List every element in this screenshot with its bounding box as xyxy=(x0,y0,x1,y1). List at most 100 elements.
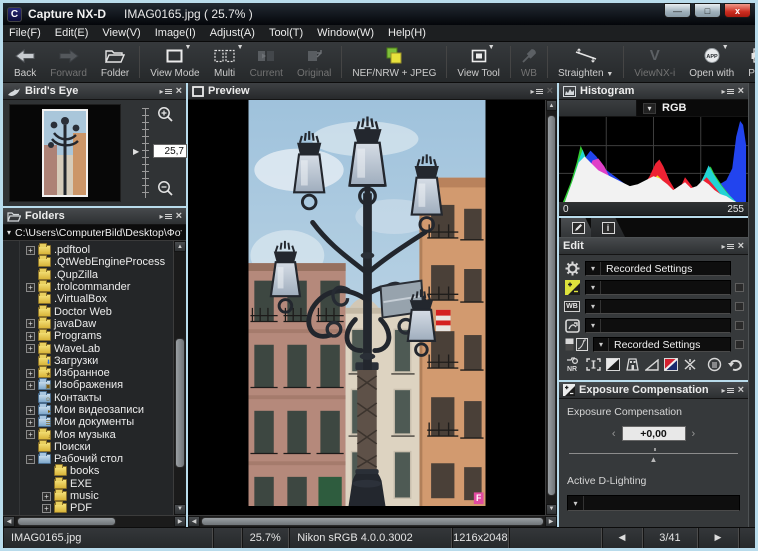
menu-view[interactable]: View(V) xyxy=(102,27,140,39)
zoom-in-icon[interactable] xyxy=(157,106,174,126)
print-button[interactable]: Print xyxy=(741,44,758,80)
folder-tree-item[interactable]: Поиски xyxy=(9,441,173,453)
tone-select[interactable]: ▾ Recorded Settings xyxy=(593,337,731,352)
expand-icon[interactable]: + xyxy=(26,246,35,255)
forward-button[interactable]: Forward xyxy=(43,44,94,80)
folders-close-icon[interactable]: × xyxy=(176,211,182,222)
retouch-brush-icon[interactable] xyxy=(683,358,697,374)
adl-select[interactable]: ▾ xyxy=(567,495,740,511)
preview-horizontal-scrollbar[interactable]: ◀ ▶ xyxy=(188,515,557,527)
folders-vertical-scrollbar[interactable]: ▲ ▼ xyxy=(173,241,186,515)
picture-adjust-checkbox[interactable] xyxy=(735,321,744,330)
histogram-panel-menu-icon[interactable]: ▸ xyxy=(722,87,734,96)
expand-icon[interactable]: + xyxy=(42,504,51,513)
menu-adjust[interactable]: Adjust(A) xyxy=(210,27,255,39)
folders-vscroll-thumb[interactable] xyxy=(175,338,185,469)
versions-icon[interactable] xyxy=(707,357,722,375)
current-button[interactable]: Current xyxy=(243,44,290,80)
folder-tree-item[interactable]: +▸Мои видеозаписи xyxy=(9,404,173,416)
lens-correction-icon[interactable] xyxy=(625,358,640,374)
folder-tree-item[interactable]: .VirtualBox xyxy=(9,293,173,305)
exposure-close-icon[interactable]: × xyxy=(738,385,744,396)
adl-chevron-icon[interactable]: ▾ xyxy=(568,496,584,510)
white-balance-select[interactable]: ▾ xyxy=(585,299,731,314)
folder-tree-item[interactable]: +▣Изображения xyxy=(9,379,173,391)
folder-button[interactable]: Folder xyxy=(94,44,136,80)
menu-file[interactable]: File(F) xyxy=(9,27,41,39)
folders-panel-menu-icon[interactable]: ▸ xyxy=(160,212,172,221)
menu-help[interactable]: Help(H) xyxy=(388,27,426,39)
scroll-down-icon[interactable]: ▼ xyxy=(174,504,186,515)
scroll-left-icon[interactable]: ◀ xyxy=(3,516,15,527)
multi-button[interactable]: ▼ Multi xyxy=(207,44,243,80)
wb-button[interactable]: WB xyxy=(514,44,544,80)
original-button[interactable]: Original xyxy=(290,44,338,80)
preview-scroll-down-icon[interactable]: ▼ xyxy=(546,504,557,515)
open-with-button[interactable]: APP ▼ Open with xyxy=(682,44,741,80)
scroll-up-icon[interactable]: ▲ xyxy=(174,241,186,252)
noise-reduction-icon[interactable]: NR xyxy=(565,357,581,375)
tab-info[interactable]: i xyxy=(591,218,625,237)
exposure-slider-handle[interactable]: ▲ xyxy=(650,455,658,464)
tone-chevron-icon[interactable]: ▾ xyxy=(594,338,609,351)
zoom-value-field[interactable]: 25,7 xyxy=(153,144,187,158)
folder-tree-item[interactable]: .QtWebEngineProcess xyxy=(9,256,173,268)
histogram-channel-select[interactable]: ▾ RGB xyxy=(637,100,748,116)
picture-adjust-select[interactable]: ▾ xyxy=(585,318,731,333)
birds-eye-close-icon[interactable]: × xyxy=(176,86,182,97)
menu-image[interactable]: Image(I) xyxy=(155,27,196,39)
white-balance-checkbox[interactable] xyxy=(735,302,744,311)
folder-tree-item[interactable]: +.pdftool xyxy=(9,244,173,256)
tab-edit[interactable] xyxy=(561,218,595,237)
folder-tree-item[interactable]: .QupZilla xyxy=(9,269,173,281)
folder-tree-item[interactable]: +Programs xyxy=(9,330,173,342)
picture-control-select[interactable]: ▾ Recorded Settings xyxy=(585,261,731,276)
maximize-button[interactable]: □ xyxy=(694,3,721,18)
exposure-increase-icon[interactable]: › xyxy=(692,428,696,440)
lch-color-icon[interactable] xyxy=(664,358,678,374)
preview-canvas[interactable]: F xyxy=(188,100,545,515)
preview-hscroll-thumb[interactable] xyxy=(201,517,544,526)
folder-tree-item[interactable]: +PDF xyxy=(9,502,173,514)
folder-tree-item[interactable]: +music xyxy=(9,490,173,502)
folder-tree-item[interactable]: +☰Мои документы xyxy=(9,416,173,428)
folder-tree-item[interactable]: Doctor Web xyxy=(9,305,173,317)
preview-vertical-scrollbar[interactable]: ▲ ▼ xyxy=(545,100,557,515)
preview-vscroll-thumb[interactable] xyxy=(547,115,556,496)
menu-edit[interactable]: Edit(E) xyxy=(55,27,89,39)
tone-checkbox[interactable] xyxy=(735,340,744,349)
folder-tree-item[interactable]: +javaDaw xyxy=(9,318,173,330)
view-tool-button[interactable]: ▼ View Tool xyxy=(450,44,506,80)
zoom-out-icon[interactable] xyxy=(157,180,174,200)
exposure-slider[interactable]: ▲ xyxy=(569,447,738,461)
preview-scroll-right-icon[interactable]: ▶ xyxy=(545,516,557,527)
contrast-icon[interactable] xyxy=(606,358,620,374)
scroll-right-icon[interactable]: ▶ xyxy=(174,516,186,527)
edit-close-icon[interactable]: × xyxy=(738,241,744,252)
folder-tree-item[interactable]: +♪Моя музыка xyxy=(9,428,173,440)
path-chevron-icon[interactable]: ▾ xyxy=(7,228,11,237)
folder-tree-item[interactable]: ☺Контакты xyxy=(9,392,173,404)
edit-panel-menu-icon[interactable]: ▸ xyxy=(722,242,734,251)
menu-window[interactable]: Window(W) xyxy=(317,27,374,39)
zoom-slider-track[interactable] xyxy=(145,108,146,198)
preview-panel-menu-icon[interactable]: ▸ xyxy=(531,87,543,96)
crop-icon[interactable] xyxy=(586,358,601,374)
view-mode-button[interactable]: ▼ View Mode xyxy=(143,44,206,80)
channel-chevron-icon[interactable]: ▾ xyxy=(643,103,656,114)
zoom-slider-handle[interactable]: ▶ xyxy=(133,147,139,156)
exposure-comp-checkbox[interactable] xyxy=(735,283,744,292)
previous-image-button[interactable]: ◀ xyxy=(602,528,643,548)
minimize-button[interactable]: — xyxy=(664,3,691,18)
preview-scroll-up-icon[interactable]: ▲ xyxy=(546,100,557,111)
expand-icon[interactable]: + xyxy=(26,319,35,328)
exposure-comp-select[interactable]: ▾ xyxy=(585,280,731,295)
folder-tree-item[interactable]: −Рабочий стол xyxy=(9,453,173,465)
histogram-close-icon[interactable]: × xyxy=(738,86,744,97)
folders-hscroll-thumb[interactable] xyxy=(17,517,116,526)
folder-tree-item[interactable]: +.trolcommander xyxy=(9,281,173,293)
birds-eye-thumbnail[interactable] xyxy=(42,109,88,197)
nef-jpeg-button[interactable]: NEF/NRW + JPEG xyxy=(345,44,443,80)
expand-icon[interactable]: + xyxy=(26,406,35,415)
folder-tree-item[interactable]: books xyxy=(9,465,173,477)
